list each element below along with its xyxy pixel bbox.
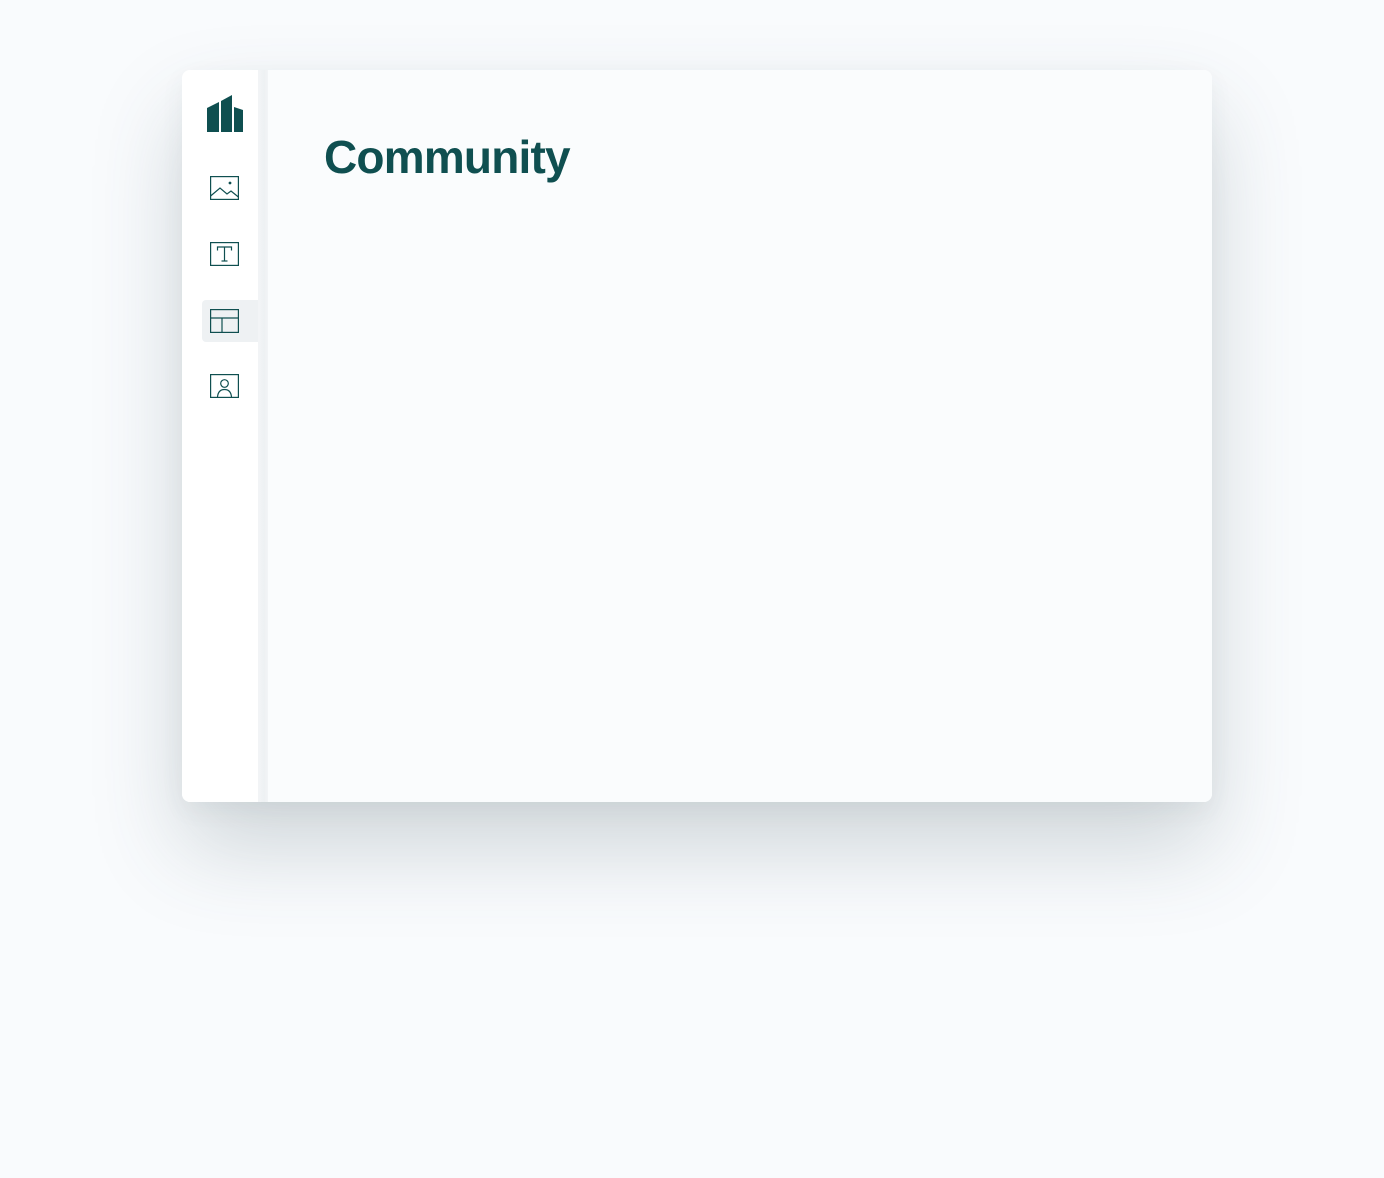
sidebar (182, 70, 258, 802)
app-window: Community (182, 70, 1212, 802)
brand-logo-icon[interactable] (207, 95, 243, 132)
user-card-icon (210, 374, 239, 398)
main-content: Community (268, 70, 1212, 802)
sidebar-item-images[interactable] (202, 167, 258, 209)
layout-icon (210, 309, 239, 333)
text-icon (210, 242, 239, 266)
image-icon (210, 176, 239, 200)
page-title: Community (324, 131, 571, 183)
sidebar-item-layout[interactable] (202, 300, 258, 342)
sidebar-item-profile[interactable] (202, 365, 258, 407)
sidebar-item-text[interactable] (202, 233, 258, 275)
sidebar-divider (258, 70, 268, 802)
